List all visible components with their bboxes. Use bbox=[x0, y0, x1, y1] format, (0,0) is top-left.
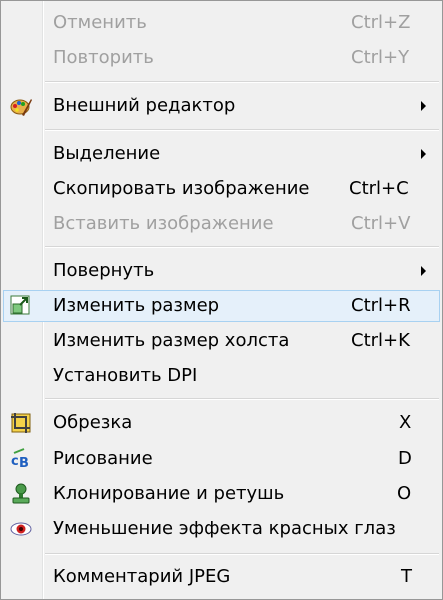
menu-item-rotate[interactable]: Повернуть bbox=[3, 255, 440, 287]
menu-item-label: Рисование bbox=[53, 448, 153, 469]
menu-item-undo[interactable]: Отменить Ctrl+Z bbox=[3, 7, 440, 39]
menu-item-canvas-size[interactable]: Изменить размер холста Ctrl+K bbox=[3, 325, 440, 357]
menu-separator bbox=[45, 81, 439, 83]
svg-text:c: c bbox=[11, 454, 19, 469]
menu-item-shortcut: Ctrl+C bbox=[349, 178, 409, 199]
menu-item-clone[interactable]: Клонирование и ретушь O bbox=[3, 478, 440, 510]
menu-item-label: Уменьшение эффекта красных глаз bbox=[53, 518, 396, 539]
menu-item-resize[interactable]: Изменить размер Ctrl+R bbox=[3, 290, 440, 322]
menu-item-shortcut: D bbox=[398, 448, 412, 469]
menu-item-shortcut: Ctrl+K bbox=[351, 330, 410, 351]
menu-item-shortcut: T bbox=[401, 566, 412, 587]
menu-separator bbox=[45, 129, 439, 131]
clone-stamp-icon bbox=[12, 483, 30, 504]
palette-icon bbox=[10, 99, 32, 116]
red-eye-icon bbox=[10, 522, 32, 536]
menu-item-label: Изменить размер bbox=[53, 295, 220, 316]
menu-item-label: Внешний редактор bbox=[53, 95, 236, 116]
menu-item-label: Скопировать изображение bbox=[53, 178, 310, 199]
menu-item-shortcut: O bbox=[397, 483, 412, 504]
menu-item-label: Установить DPI bbox=[53, 365, 198, 386]
menu-item-shortcut: Ctrl+Z bbox=[351, 12, 411, 33]
menu-separator bbox=[45, 398, 439, 400]
menu-item-redo[interactable]: Повторить Ctrl+Y bbox=[3, 42, 440, 74]
menu-item-shortcut: Ctrl+Y bbox=[351, 47, 410, 68]
menu-separator bbox=[45, 553, 439, 555]
menu-item-label: Повторить bbox=[53, 47, 154, 68]
submenu-arrow-icon bbox=[421, 266, 426, 276]
menu-item-external-editor[interactable]: Внешний редактор bbox=[3, 90, 440, 122]
menu-item-selection[interactable]: Выделение bbox=[3, 138, 440, 170]
menu-item-shortcut: X bbox=[399, 412, 412, 433]
submenu-arrow-icon bbox=[421, 101, 426, 111]
menu-item-label: Выделение bbox=[53, 143, 161, 164]
menu-item-label: Комментарий JPEG bbox=[53, 566, 231, 587]
menu-separator bbox=[45, 246, 439, 248]
crop-icon bbox=[11, 413, 31, 433]
menu-item-shortcut: Ctrl+R bbox=[351, 295, 411, 316]
menu-item-label: Изменить размер холста bbox=[53, 330, 290, 351]
menu-item-label: Отменить bbox=[53, 12, 147, 33]
context-menu: Отменить Ctrl+Z Повторить Ctrl+Y Внешний… bbox=[0, 0, 443, 600]
menu-item-label: Клонирование и ретушь bbox=[53, 483, 285, 504]
menu-item-set-dpi[interactable]: Установить DPI bbox=[3, 360, 440, 392]
menu-item-paste-image[interactable]: Вставить изображение Ctrl+V bbox=[3, 208, 440, 240]
menu-item-label: Обрезка bbox=[53, 412, 133, 433]
menu-item-label: Повернуть bbox=[53, 260, 155, 281]
submenu-arrow-icon bbox=[421, 149, 426, 159]
menu-item-crop[interactable]: Обрезка X bbox=[3, 407, 440, 439]
draw-icon: c B bbox=[11, 448, 29, 470]
menu-item-copy-image[interactable]: Скопировать изображение Ctrl+C bbox=[3, 173, 440, 205]
menu-item-red-eye[interactable]: Уменьшение эффекта красных глаз bbox=[3, 513, 440, 545]
menu-item-draw[interactable]: c B Рисование D bbox=[3, 443, 440, 475]
menu-item-jpeg-comment[interactable]: Комментарий JPEG T bbox=[3, 561, 440, 593]
svg-text:B: B bbox=[19, 456, 29, 470]
menu-item-label: Вставить изображение bbox=[53, 213, 274, 234]
menu-item-shortcut: Ctrl+V bbox=[351, 213, 411, 234]
resize-icon bbox=[10, 295, 30, 315]
